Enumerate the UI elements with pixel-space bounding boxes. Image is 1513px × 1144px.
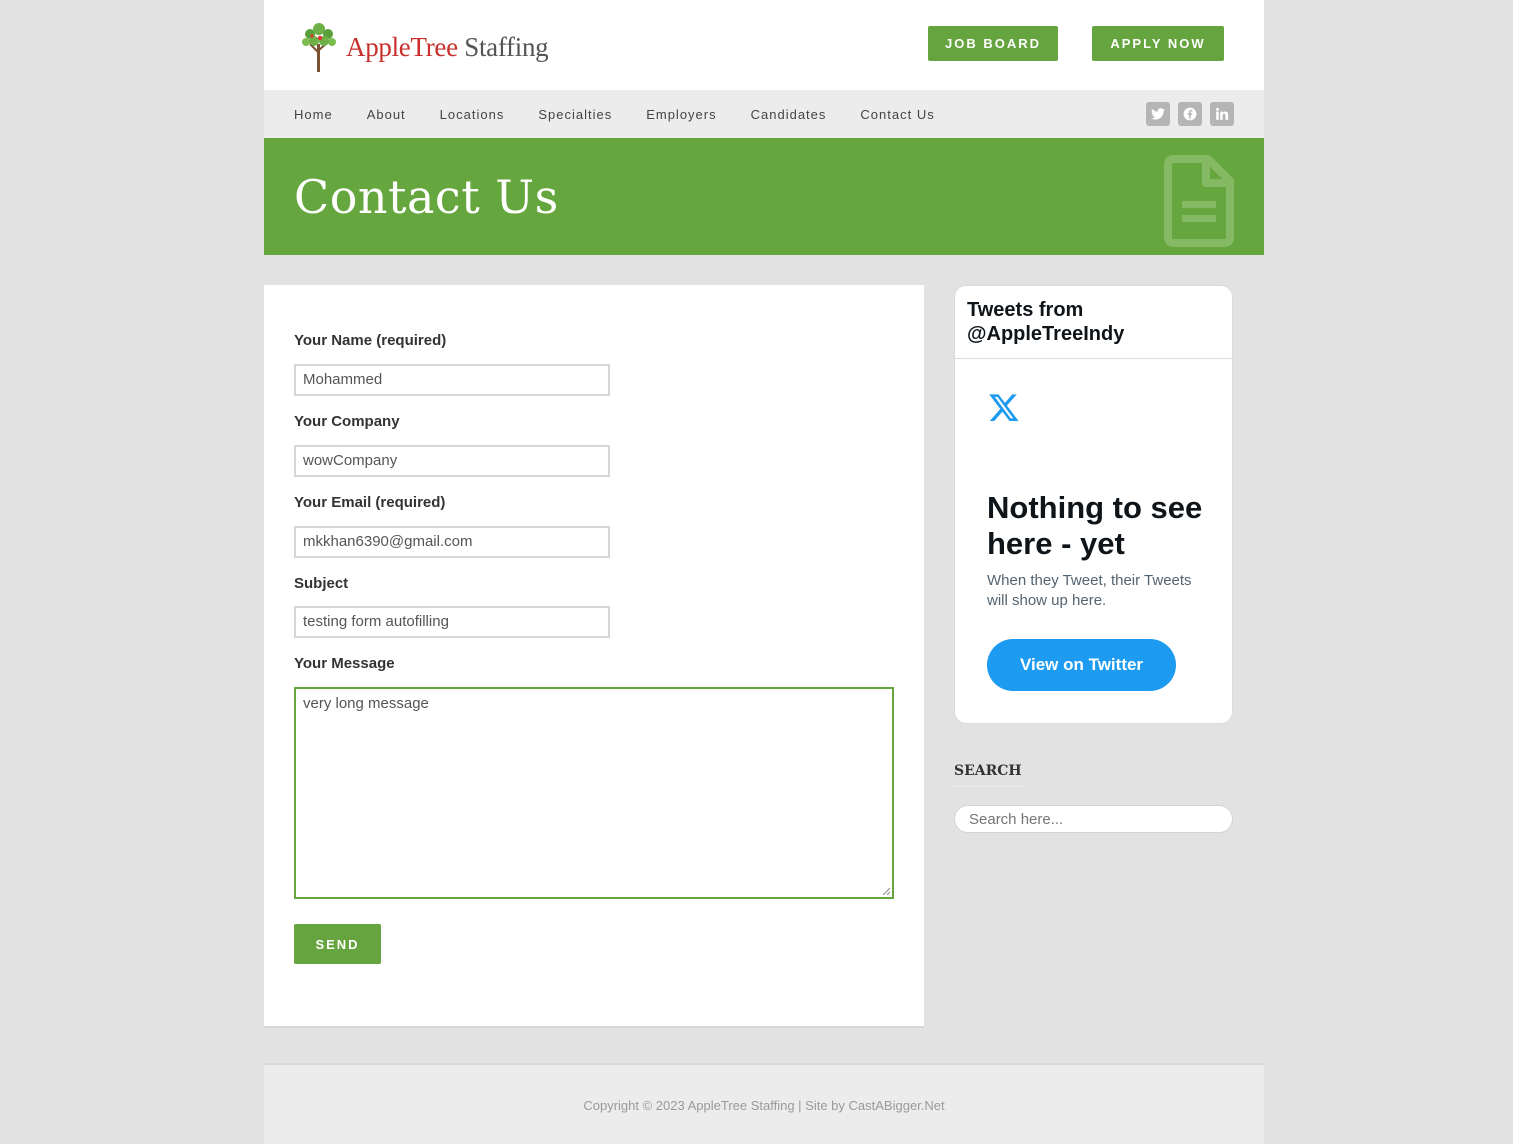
page-banner: Contact Us (264, 138, 1264, 255)
nav-menu: Home About Locations Specialties Employe… (294, 90, 969, 138)
search-input[interactable] (954, 805, 1233, 833)
nav-item-specialties[interactable]: Specialties (538, 107, 612, 122)
tree-logo-icon (302, 23, 336, 72)
apply-now-button[interactable]: APPLY NOW (1092, 26, 1224, 61)
x-logo-icon (989, 394, 1019, 421)
nav-item-locations[interactable]: Locations (440, 107, 505, 122)
main-nav: Home About Locations Specialties Employe… (264, 90, 1264, 138)
twitter-timeline-widget: Tweets from @AppleTreeIndy Nothing to se… (954, 285, 1233, 724)
search-widget-title: SEARCH (954, 763, 1022, 787)
subject-label: Subject (294, 575, 349, 592)
linkedin-icon[interactable] (1210, 102, 1234, 126)
company-input[interactable]: wowCompany (294, 445, 610, 477)
logo-text-appletree: AppleTree (346, 31, 458, 62)
view-on-twitter-button[interactable]: View on Twitter (987, 639, 1176, 691)
copyright-text: Copyright © 2023 AppleTree Staffing | Si… (583, 1098, 945, 1113)
message-textarea[interactable]: very long message (294, 687, 894, 899)
twitter-widget-header[interactable]: Tweets from @AppleTreeIndy (955, 286, 1232, 359)
message-label: Your Message (294, 655, 395, 672)
facebook-icon[interactable] (1178, 102, 1202, 126)
twitter-empty-subtitle: When they Tweet, their Tweets will show … (987, 572, 1192, 609)
twitter-icon[interactable] (1146, 102, 1170, 126)
name-label: Your Name (required) (294, 332, 447, 349)
name-input[interactable]: Mohammed (294, 364, 610, 396)
job-board-button[interactable]: JOB BOARD (928, 26, 1058, 61)
send-button[interactable]: SEND (294, 924, 381, 964)
company-label: Your Company (294, 413, 400, 430)
message-text: very long message (303, 695, 429, 712)
logo-text-staffing: Staffing (464, 31, 549, 62)
email-label: Your Email (required) (294, 494, 446, 511)
twitter-empty-title: Nothing to see here - yet (987, 490, 1203, 561)
twitter-header-line1: Tweets from (967, 299, 1084, 321)
logo-wordmark: AppleTree Staffing (346, 31, 549, 62)
nav-item-home[interactable]: Home (294, 107, 333, 122)
page-title: Contact Us (294, 170, 559, 224)
email-input[interactable]: mkkhan6390@gmail.com (294, 526, 610, 558)
resize-handle-icon[interactable] (882, 887, 890, 895)
twitter-header-handle: @AppleTreeIndy (967, 323, 1125, 345)
site-footer: Copyright © 2023 AppleTree Staffing | Si… (264, 1063, 1264, 1144)
social-links (1138, 102, 1234, 126)
subject-input[interactable]: testing form autofilling (294, 606, 610, 638)
nav-item-candidates[interactable]: Candidates (751, 107, 827, 122)
page-container: AppleTree Staffing JOB BOARD APPLY NOW H… (264, 0, 1264, 1144)
document-icon (1164, 155, 1234, 247)
site-header: AppleTree Staffing JOB BOARD APPLY NOW (264, 0, 1264, 90)
nav-item-employers[interactable]: Employers (646, 107, 716, 122)
contact-form-card: Your Name (required) Mohammed Your Compa… (264, 285, 924, 1028)
nav-item-about[interactable]: About (367, 107, 406, 122)
nav-item-contact-us[interactable]: Contact Us (860, 107, 934, 122)
site-logo[interactable]: AppleTree Staffing (300, 22, 549, 72)
